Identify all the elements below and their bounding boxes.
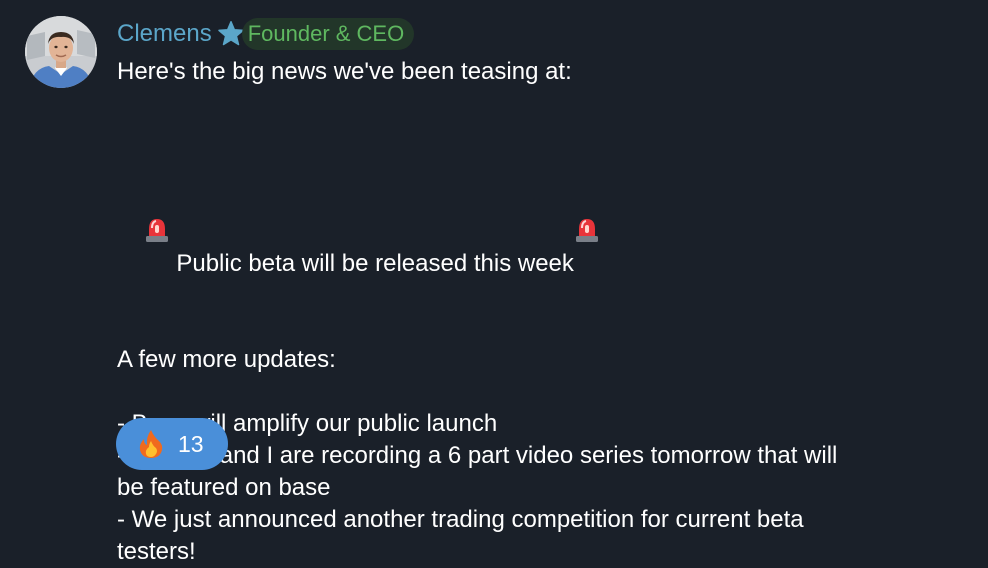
update-item: - We just announced another trading comp… xyxy=(117,506,804,533)
message-intro: Here's the big news we've been teasing a… xyxy=(117,58,572,85)
update-item: - Base will amplify our public launch xyxy=(117,410,498,437)
fire-reaction-button[interactable]: 13 xyxy=(116,418,228,470)
update-item-continued: be featured on base xyxy=(117,474,331,501)
update-item: - Kenzan and I are recording a 6 part vi… xyxy=(117,442,838,469)
sender-name[interactable]: Clemens xyxy=(117,17,212,51)
highlight-text: Public beta will be released this week xyxy=(169,250,574,277)
update-item-continued: testers! xyxy=(117,538,196,565)
fire-icon xyxy=(138,429,164,459)
message-subheading: A few more updates: xyxy=(117,346,336,373)
reaction-count: 13 xyxy=(178,430,204,457)
role-badge: Founder & CEO xyxy=(241,18,415,50)
avatar-image xyxy=(25,16,97,88)
message-body: Here's the big news we've been teasing a… xyxy=(117,56,967,568)
message-highlight: Public beta will be released this week xyxy=(117,120,967,312)
avatar[interactable] xyxy=(25,16,97,88)
siren-icon xyxy=(144,152,170,242)
siren-icon xyxy=(574,152,600,242)
message-header: Clemens Founder & CEO xyxy=(117,17,415,51)
